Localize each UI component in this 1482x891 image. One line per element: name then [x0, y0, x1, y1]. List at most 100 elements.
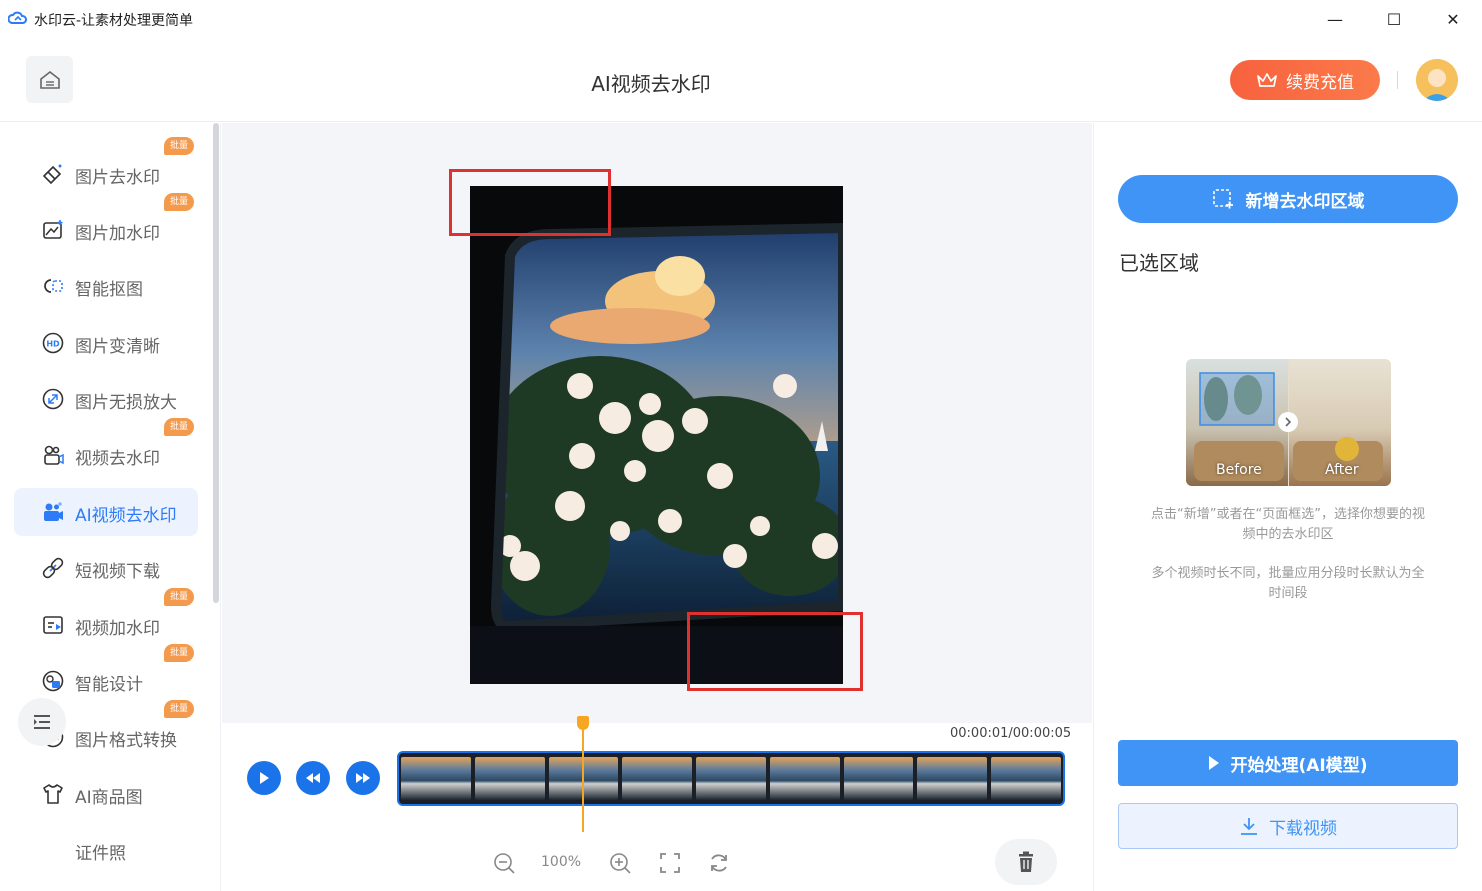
trash-icon: [1019, 851, 1033, 872]
enlarge-icon: [42, 388, 64, 410]
menu-collapse-icon: [34, 715, 50, 729]
sidebar-item-label: 智能抠图: [75, 280, 143, 300]
video-add-icon: [43, 616, 63, 634]
download-video-button[interactable]: 下载视频: [1118, 803, 1458, 849]
avatar[interactable]: [1416, 59, 1458, 101]
batch-badge: 批量: [164, 700, 195, 718]
app-logo-icon: [8, 11, 27, 24]
filmstrip-frame: [401, 757, 471, 800]
sidebar-item-label: 图片格式转换: [75, 731, 177, 751]
recharge-label: 续费充值: [1286, 72, 1354, 93]
filmstrip-frame: [622, 757, 693, 800]
delete-button[interactable]: [995, 839, 1057, 885]
filmstrip-frame: [769, 757, 840, 800]
video-watermark-icon: [44, 445, 64, 465]
sidebar-item-lossless-enlarge[interactable]: 图片无损放大: [14, 375, 198, 423]
fit-screen-button[interactable]: [658, 851, 682, 875]
download-icon: [1241, 818, 1257, 835]
filmstrip-frame: [991, 757, 1062, 800]
zoom-out-button[interactable]: [492, 851, 516, 875]
download-video-label: 下载视频: [1269, 818, 1337, 839]
play-icon: [1209, 756, 1220, 770]
video-frame-image: [470, 186, 843, 684]
rewind-icon: [306, 773, 320, 783]
timeline-panel: [222, 723, 1092, 891]
add-region-label: 新增去水印区域: [1245, 191, 1365, 212]
header-divider: [1397, 71, 1398, 89]
close-button[interactable]: ✕: [1433, 6, 1473, 32]
sidebar-item-label: 证件照: [75, 844, 126, 864]
zoom-in-button[interactable]: [608, 851, 632, 875]
sidebar-scrollbar[interactable]: [213, 123, 219, 603]
minimize-icon: —: [1327, 9, 1343, 29]
sidebar-item-label: 视频加水印: [75, 619, 160, 639]
zoom-level: 100%: [541, 854, 582, 870]
link-download-icon: [42, 557, 64, 579]
after-label: After: [1325, 462, 1359, 478]
maximize-button[interactable]: ☐: [1374, 6, 1414, 32]
title-bar: 水印云-让素材处理更简单 — ☐ ✕: [0, 0, 1482, 38]
before-after-demo: Before After: [1186, 359, 1391, 486]
start-processing-button[interactable]: 开始处理(AI模型): [1118, 740, 1458, 786]
fast-forward-icon: [356, 773, 370, 783]
filmstrip-frame: [474, 757, 545, 800]
sidebar-item-label: 图片变清晰: [75, 337, 160, 357]
video-preview[interactable]: [470, 186, 843, 684]
sidebar-item-image-watermark-add[interactable]: 图片加水印 批量: [14, 193, 198, 254]
user-avatar-icon: [1416, 59, 1458, 101]
recharge-button[interactable]: 续费充值: [1230, 60, 1380, 100]
close-icon: ✕: [1446, 9, 1460, 29]
sidebar-item-image-sharpen[interactable]: HD 图片变清晰: [14, 319, 198, 367]
playhead-line: [582, 724, 584, 832]
before-label: Before: [1216, 462, 1262, 478]
filmstrip-frame: [696, 757, 766, 800]
maximize-icon: ☐: [1386, 9, 1402, 29]
demo-after: After: [1289, 359, 1391, 486]
watermark-selection-box-bottom[interactable]: [687, 612, 863, 691]
sidebar-item-ai-product-image[interactable]: AI商品图: [14, 770, 198, 818]
eraser-icon: [42, 164, 62, 185]
crown-icon: [1257, 73, 1277, 87]
sidebar-item-label: AI视频去水印: [75, 506, 177, 526]
design-icon: [42, 670, 64, 692]
add-region-button[interactable]: 新增去水印区域: [1118, 175, 1458, 223]
demo-before: Before: [1186, 359, 1288, 486]
compare-arrow: [1278, 412, 1298, 432]
sidebar-item-smart-cutout[interactable]: 智能抠图: [14, 262, 198, 310]
sidebar-item-id-photo[interactable]: 证件照: [14, 826, 198, 874]
watermark-selection-box-top[interactable]: [449, 169, 611, 236]
play-icon: [260, 772, 269, 784]
reset-button[interactable]: [707, 851, 731, 875]
video-filmstrip[interactable]: [397, 751, 1065, 806]
selected-regions-title: 已选区域: [1119, 251, 1199, 275]
app-header: AI视频去水印 续费充值: [0, 38, 1482, 122]
shirt-icon: [43, 784, 63, 804]
batch-badge: 批量: [164, 588, 195, 606]
rewind-button[interactable]: [296, 761, 330, 795]
refresh-icon: [711, 854, 727, 872]
sidebar-item-label: 短视频下载: [75, 562, 160, 582]
svg-text:HD: HD: [46, 340, 60, 349]
playhead-handle[interactable]: [577, 716, 589, 730]
hd-icon: HD: [42, 332, 64, 354]
sidebar-item-short-video-download[interactable]: 短视频下载: [14, 544, 198, 592]
add-selection-icon: [1212, 189, 1233, 209]
sidebar-item-video-watermark-add[interactable]: 视频加水印 批量: [14, 588, 198, 649]
sidebar-item-label: 视频去水印: [75, 449, 160, 469]
sidebar-item-ai-video-watermark[interactable]: AI视频去水印: [14, 488, 198, 536]
page-title: AI视频去水印: [591, 72, 711, 96]
sidebar-item-label: 图片加水印: [75, 224, 160, 244]
collapse-sidebar-button[interactable]: [18, 698, 66, 746]
batch-badge: 批量: [164, 137, 195, 155]
filmstrip-frame: [843, 757, 914, 800]
ai-video-icon: [44, 502, 63, 521]
minimize-button[interactable]: —: [1315, 6, 1355, 32]
batch-badge: 批量: [164, 644, 195, 662]
play-button[interactable]: [247, 761, 281, 795]
zoom-out-icon: [494, 853, 515, 874]
sidebar-item-image-watermark-remove[interactable]: 图片去水印 批量: [14, 137, 198, 198]
fast-forward-button[interactable]: [346, 761, 380, 795]
batch-badge: 批量: [164, 418, 195, 436]
sidebar-item-label: 智能设计: [75, 675, 143, 695]
sidebar-item-video-watermark-remove[interactable]: 视频去水印 批量: [14, 418, 198, 479]
